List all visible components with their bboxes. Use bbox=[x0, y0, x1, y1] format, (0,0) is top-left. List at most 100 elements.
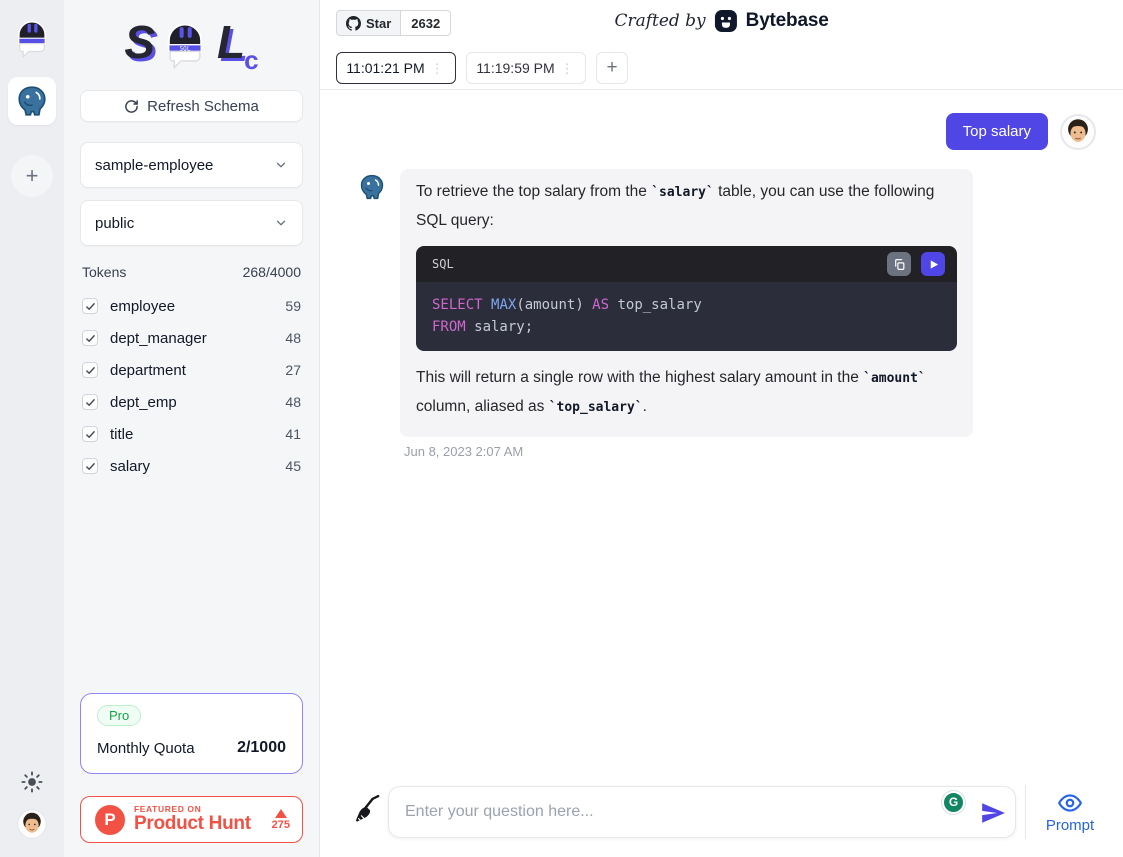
user-message-row: Top salary bbox=[320, 113, 1096, 150]
crafted-by-link[interactable]: Crafted by Bytebase bbox=[614, 9, 828, 33]
inline-code: `salary` bbox=[651, 185, 714, 200]
conversation-tab[interactable]: 11:19:59 PM ⋮ bbox=[466, 52, 586, 84]
clear-conversation-broom-icon[interactable] bbox=[352, 795, 382, 829]
schema-select[interactable]: public bbox=[80, 200, 303, 246]
table-row: salary 45 bbox=[80, 450, 303, 482]
crafted-by-text: Crafted by bbox=[614, 11, 705, 31]
tab-menu-kebab-icon[interactable]: ⋮ bbox=[429, 60, 446, 77]
conversation-tabs: 11:01:21 PM ⋮ 11:19:59 PM ⋮ + bbox=[320, 44, 1123, 90]
code-block-body: SELECT MAX(amount) AS top_salary FROM sa… bbox=[416, 282, 957, 351]
table-token-count: 41 bbox=[285, 426, 301, 442]
bytebase-brand-text: Bytebase bbox=[746, 10, 829, 32]
tokens-summary: Tokens 268/4000 bbox=[82, 264, 301, 280]
table-checkbox[interactable] bbox=[82, 394, 98, 410]
send-button[interactable] bbox=[980, 800, 1006, 826]
run-query-button[interactable] bbox=[921, 252, 945, 276]
sidebar-item-postgres-connection[interactable] bbox=[8, 77, 56, 125]
inline-code: `amount` bbox=[863, 371, 926, 386]
assistant-message-bubble: To retrieve the top salary from the `sal… bbox=[400, 169, 973, 437]
conversation-tab-active[interactable]: 11:01:21 PM ⋮ bbox=[336, 52, 456, 84]
user-message-bubble: Top salary bbox=[946, 113, 1048, 150]
composer-divider bbox=[1025, 785, 1026, 839]
refresh-schema-label: Refresh Schema bbox=[147, 98, 259, 115]
assistant-paragraph-2: This will return a single row with the h… bbox=[416, 364, 957, 422]
postgresql-icon bbox=[15, 84, 49, 118]
table-row: dept_manager 48 bbox=[80, 322, 303, 354]
table-name: salary bbox=[110, 458, 273, 475]
account-avatar[interactable] bbox=[17, 809, 47, 839]
table-token-count: 45 bbox=[285, 458, 301, 474]
assistant-message-row: To retrieve the top salary from the `sal… bbox=[358, 169, 1123, 437]
sqlchat-bot-icon bbox=[10, 14, 54, 58]
prompt-button[interactable]: Prompt bbox=[1039, 790, 1101, 834]
code-language-label: SQL bbox=[432, 250, 879, 278]
product-hunt-name: Product Hunt bbox=[134, 814, 263, 834]
chevron-down-icon bbox=[274, 216, 288, 230]
chat-area: Top salary To retrieve the top salary fr… bbox=[320, 90, 1123, 782]
plus-icon: + bbox=[606, 57, 617, 79]
pro-badge: Pro bbox=[97, 705, 141, 726]
logo-robot-q-icon: SQL bbox=[158, 15, 212, 69]
left-rail: + bbox=[0, 0, 64, 857]
logo-letter-l: L bbox=[217, 15, 243, 69]
inline-code: `top_salary` bbox=[549, 400, 643, 415]
table-checkbox[interactable] bbox=[82, 362, 98, 378]
star-label: Star bbox=[366, 16, 391, 31]
table-token-count: 48 bbox=[285, 394, 301, 410]
table-token-count: 48 bbox=[285, 330, 301, 346]
user-avatar bbox=[1060, 114, 1096, 150]
check-icon bbox=[85, 429, 96, 440]
main-panel: Star 2632 Crafted by Bytebase 11:01:21 P… bbox=[320, 0, 1123, 857]
product-hunt-logo: P bbox=[95, 805, 125, 835]
question-input[interactable] bbox=[389, 787, 1015, 837]
theme-toggle-sun-icon[interactable] bbox=[21, 771, 43, 793]
quota-label: Monthly Quota bbox=[97, 740, 195, 757]
table-row: title 41 bbox=[80, 418, 303, 450]
product-hunt-badge[interactable]: P FEATURED ON Product Hunt 275 bbox=[80, 796, 303, 843]
question-input-container: G bbox=[388, 786, 1016, 838]
connection-select-value: sample-employee bbox=[95, 157, 213, 174]
schema-select-value: public bbox=[95, 215, 134, 232]
star-count: 2632 bbox=[401, 10, 451, 36]
upvote-icon bbox=[275, 809, 287, 818]
copy-code-button[interactable] bbox=[887, 252, 911, 276]
table-checkbox[interactable] bbox=[82, 458, 98, 474]
refresh-icon bbox=[124, 99, 139, 114]
tab-menu-kebab-icon[interactable]: ⋮ bbox=[559, 60, 576, 77]
table-token-count: 59 bbox=[285, 298, 301, 314]
table-name: employee bbox=[110, 298, 273, 315]
table-row: employee 59 bbox=[80, 290, 303, 322]
tab-label: 11:19:59 PM bbox=[476, 60, 554, 76]
grammarly-badge[interactable]: G bbox=[942, 791, 965, 814]
new-conversation-button[interactable]: + bbox=[596, 52, 628, 84]
grammarly-letter: G bbox=[949, 795, 958, 809]
logo-letter-s: S bbox=[124, 15, 153, 69]
quota-card[interactable]: Pro Monthly Quota 2/1000 bbox=[80, 693, 303, 774]
github-star-button[interactable]: Star 2632 bbox=[336, 10, 451, 36]
sqlchat-logo: S SQL L c bbox=[80, 8, 303, 76]
prompt-label: Prompt bbox=[1046, 817, 1094, 834]
sidebar: S SQL L c Refresh Schema sample-employee… bbox=[64, 0, 320, 857]
github-icon bbox=[346, 16, 361, 31]
tokens-value: 268/4000 bbox=[243, 264, 301, 280]
refresh-schema-button[interactable]: Refresh Schema bbox=[80, 90, 303, 122]
check-icon bbox=[85, 301, 96, 312]
table-checkbox[interactable] bbox=[82, 426, 98, 442]
code-line: SELECT MAX(amount) AS top_salary bbox=[432, 295, 941, 317]
composer: G Prompt bbox=[320, 782, 1123, 857]
code-line: FROM salary; bbox=[432, 317, 941, 339]
check-icon bbox=[85, 365, 96, 376]
add-connection-button[interactable]: + bbox=[11, 155, 53, 197]
bytebase-logo-icon bbox=[714, 9, 738, 33]
copy-icon bbox=[893, 258, 906, 271]
plus-icon: + bbox=[26, 163, 39, 189]
sidebar-item-sqlchat-bot[interactable] bbox=[10, 14, 54, 63]
check-icon bbox=[85, 461, 96, 472]
play-icon bbox=[928, 259, 939, 270]
table-checkbox[interactable] bbox=[82, 330, 98, 346]
postgresql-avatar bbox=[358, 173, 386, 201]
connection-select[interactable]: sample-employee bbox=[80, 142, 303, 188]
tab-label: 11:01:21 PM bbox=[346, 60, 424, 76]
table-row: dept_emp 48 bbox=[80, 386, 303, 418]
table-checkbox[interactable] bbox=[82, 298, 98, 314]
